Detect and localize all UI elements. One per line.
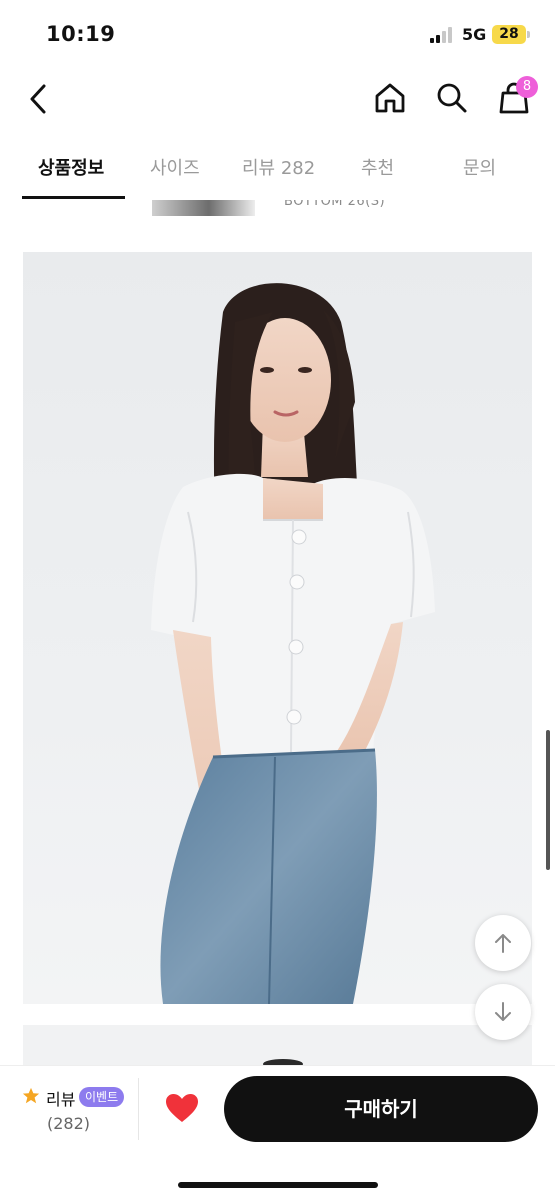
cart-count-badge: 8 [516,76,538,98]
scroll-down-button[interactable] [475,984,531,1040]
bottom-action-bar: 리뷰 이벤트 (282) 구매하기 [0,1065,555,1200]
back-icon[interactable] [24,82,54,116]
battery-icon: 28 [492,25,526,44]
network-label: 5G [462,25,487,44]
status-bar: 10:19 5G 28 [0,0,555,62]
status-time: 10:19 [46,22,116,46]
scroll-up-button[interactable] [475,915,531,971]
heart-icon[interactable] [164,1092,200,1124]
home-indicator [178,1182,378,1188]
event-badge: 이벤트 [79,1087,125,1107]
search-icon[interactable] [434,80,470,116]
divider [138,1078,139,1140]
previous-thumbnail [152,200,255,216]
tab-reviews[interactable]: 리뷰 282 [242,154,315,180]
top-nav: 8 [0,62,555,136]
tab-product-info[interactable]: 상품정보 [38,154,104,180]
scrollbar-thumb[interactable] [546,730,550,870]
buy-button[interactable]: 구매하기 [224,1076,538,1142]
tab-active-indicator [22,196,125,199]
home-icon[interactable] [372,80,408,116]
previous-size-text: BOTTOM 26(S) [284,200,386,209]
product-image [23,252,532,1004]
star-icon [22,1087,40,1104]
arrow-down-icon [495,1002,511,1021]
battery-cap [527,31,530,38]
tab-size[interactable]: 사이즈 [150,154,200,180]
review-count[interactable]: (282) [47,1114,90,1133]
tab-inquiry[interactable]: 문의 [463,154,496,180]
previous-section: BOTTOM 26(S) [0,200,555,222]
product-tabs: 상품정보 사이즈 리뷰 282 추천 문의 [0,136,555,200]
review-label[interactable]: 리뷰 [46,1086,75,1110]
product-image-2 [23,1025,532,1065]
arrow-up-icon [495,934,511,953]
model-illustration [151,283,435,1004]
signal-icon [430,27,454,43]
tab-recommend[interactable]: 추천 [361,154,394,180]
